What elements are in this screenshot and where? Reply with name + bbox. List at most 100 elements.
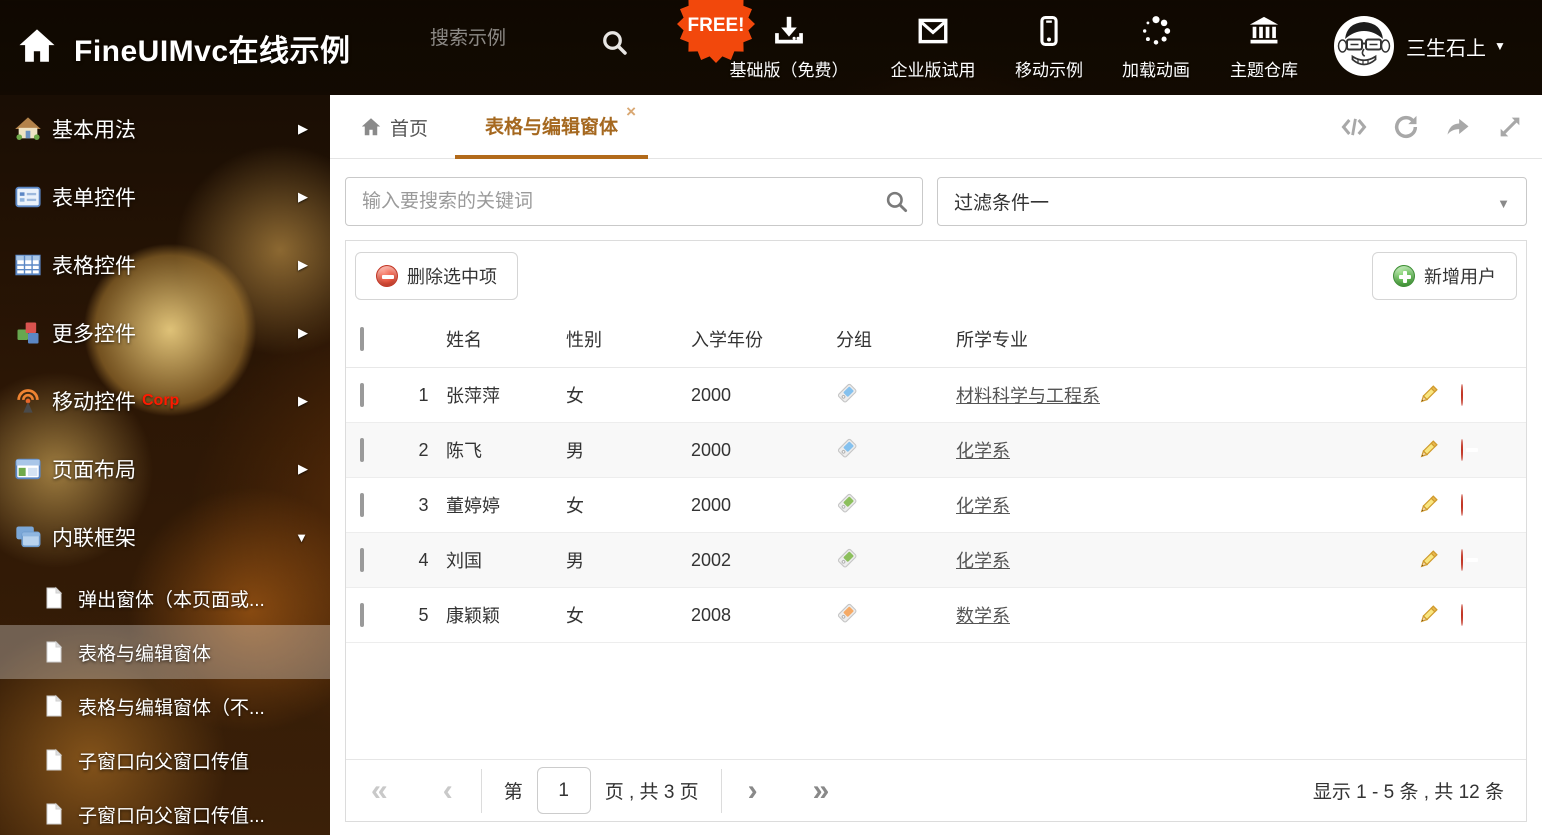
cell-gender: 男 <box>566 547 691 573</box>
select-all-checkbox[interactable] <box>360 327 364 351</box>
header-search-icon[interactable] <box>600 28 630 58</box>
column-header-major: 所学专业 <box>956 326 1416 352</box>
major-link[interactable]: 化学系 <box>956 551 1010 571</box>
sidebar-item-more-controls[interactable]: 更多控件 ▶ <box>0 299 330 367</box>
table-header: 姓名 性别 入学年份 分组 所学专业 <box>346 311 1526 368</box>
page-prefix-label: 第 <box>504 777 523 804</box>
delete-row-icon[interactable] <box>1461 604 1463 626</box>
nav-loading-animations[interactable]: 加载动画 <box>1114 14 1198 84</box>
edit-pencil-icon[interactable] <box>1416 383 1440 407</box>
tab-home-label: 首页 <box>390 114 428 141</box>
delete-row-icon[interactable] <box>1461 384 1463 406</box>
edit-pencil-icon[interactable] <box>1416 438 1440 462</box>
layout-icon <box>14 455 42 483</box>
column-header-name: 姓名 <box>446 326 566 352</box>
sidebar-subitem-popup-window[interactable]: 弹出窗体（本页面或... <box>0 571 330 625</box>
tag-icon <box>836 602 858 624</box>
sidebar: 基本用法 ▶ 表单控件 ▶ 表格控件 ▶ 更多控件 ▶ 移动控件 Corp ▶ … <box>0 95 330 835</box>
nav-basic-free[interactable]: 基础版（免费） <box>723 14 855 84</box>
tab-home[interactable]: 首页 <box>360 95 428 159</box>
sidebar-item-page-layout[interactable]: 页面布局 ▶ <box>0 435 330 503</box>
tag-icon <box>836 547 858 569</box>
house-icon <box>14 115 42 143</box>
major-link[interactable]: 材料科学与工程系 <box>956 386 1100 406</box>
cell-gender: 女 <box>566 492 691 518</box>
sidebar-item-iframe[interactable]: 内联框架 ▼ <box>0 503 330 571</box>
arrow-right-icon: ▶ <box>298 393 308 409</box>
refresh-icon[interactable] <box>1392 113 1420 141</box>
prev-page-button[interactable]: ‹ <box>443 776 453 806</box>
delete-row-icon[interactable] <box>1461 494 1463 516</box>
arrow-right-icon: ▶ <box>298 257 308 273</box>
cell-year: 2000 <box>691 385 836 406</box>
sidebar-item-basic-usage[interactable]: 基本用法 ▶ <box>0 95 330 163</box>
pagination-bar: « ‹ 第 页 , 共 3 页 › » 显示 1 - 5 条 , 共 12 条 <box>346 759 1526 821</box>
delete-row-icon[interactable] <box>1461 439 1463 461</box>
row-checkbox[interactable] <box>360 493 364 517</box>
sidebar-item-form-controls[interactable]: 表单控件 ▶ <box>0 163 330 231</box>
next-page-button[interactable]: › <box>748 776 758 806</box>
filter-dropdown[interactable]: 过滤条件一 ▼ <box>937 177 1527 226</box>
major-link[interactable]: 数学系 <box>956 606 1010 626</box>
cell-name: 董婷婷 <box>446 492 566 518</box>
last-page-button[interactable]: » <box>813 776 830 806</box>
record-summary: 显示 1 - 5 条 , 共 12 条 <box>1313 777 1504 804</box>
sidebar-subitem-child-to-parent-2[interactable]: 子窗口向父窗口传值... <box>0 787 330 835</box>
user-menu[interactable]: 三生石上 ▼ <box>1334 16 1506 76</box>
sidebar-subitem-grid-edit-window-2[interactable]: 表格与编辑窗体（不... <box>0 679 330 733</box>
edit-pencil-icon[interactable] <box>1416 548 1440 572</box>
user-name: 三生石上 <box>1406 32 1486 61</box>
sidebar-subitem-grid-edit-window[interactable]: 表格与编辑窗体 <box>0 625 330 679</box>
edit-pencil-icon[interactable] <box>1416 493 1440 517</box>
cell-year: 2000 <box>691 440 836 461</box>
grid-panel: 删除选中项 新增用户 姓名 性别 入学年份 分组 所学专业 1 <box>345 240 1527 822</box>
delete-selected-button[interactable]: 删除选中项 <box>355 252 518 300</box>
row-checkbox[interactable] <box>360 548 364 572</box>
sidebar-item-grid-controls[interactable]: 表格控件 ▶ <box>0 231 330 299</box>
sidebar-item-label: 表单控件 <box>52 182 136 212</box>
header-search-input[interactable] <box>430 28 590 50</box>
cell-gender: 女 <box>566 602 691 628</box>
page-icon <box>42 748 66 772</box>
divider <box>721 769 722 813</box>
sidebar-item-mobile-controls[interactable]: 移动控件 Corp ▶ <box>0 367 330 435</box>
tab-toolbar <box>1340 95 1524 159</box>
nav-enterprise-trial[interactable]: 企业版试用 <box>883 14 983 84</box>
delete-row-icon[interactable] <box>1461 549 1463 571</box>
sidebar-subitem-child-to-parent[interactable]: 子窗口向父窗口传值 <box>0 733 330 787</box>
form-icon <box>14 183 42 211</box>
source-code-icon[interactable] <box>1340 113 1368 141</box>
close-icon[interactable]: × <box>626 103 636 120</box>
cell-year: 2008 <box>691 605 836 626</box>
page-number-input[interactable] <box>537 767 591 814</box>
row-checkbox[interactable] <box>360 383 364 407</box>
open-in-new-window-icon[interactable] <box>1444 113 1472 141</box>
major-link[interactable]: 化学系 <box>956 441 1010 461</box>
search-icon[interactable] <box>884 189 910 215</box>
arrow-right-icon: ▶ <box>298 121 308 137</box>
edit-pencil-icon[interactable] <box>1416 603 1440 627</box>
sidebar-subitem-label: 表格与编辑窗体 <box>78 639 211 666</box>
sidebar-subitem-label: 弹出窗体（本页面或... <box>78 585 265 612</box>
row-checkbox[interactable] <box>360 603 364 627</box>
add-user-button[interactable]: 新增用户 <box>1372 252 1517 300</box>
row-number: 3 <box>401 495 446 516</box>
row-checkbox[interactable] <box>360 438 364 462</box>
sidebar-item-label: 移动控件 <box>52 386 136 416</box>
first-page-button[interactable]: « <box>371 776 388 806</box>
keyword-search-input[interactable] <box>346 178 922 225</box>
fineui-demo-page: FineUIMvc在线示例 FREE! 基础版（免费） 企业版试用 移动示例 加… <box>0 0 1542 835</box>
arrow-down-icon: ▼ <box>295 530 308 545</box>
column-header-gender: 性别 <box>566 326 691 352</box>
spinner-icon <box>1114 14 1198 50</box>
home-icon[interactable] <box>16 25 58 67</box>
cell-name: 刘国 <box>446 547 566 573</box>
tab-grid-edit-window[interactable]: 表格与编辑窗体 × <box>455 95 648 159</box>
nav-label: 主题仓库 <box>1230 61 1298 80</box>
nav-label: 移动示例 <box>1015 61 1083 80</box>
nav-theme-repository[interactable]: 主题仓库 <box>1222 14 1306 84</box>
major-link[interactable]: 化学系 <box>956 496 1010 516</box>
fullscreen-icon[interactable] <box>1496 113 1524 141</box>
table-row: 5 康颖颖 女 2008 数学系 <box>346 588 1526 643</box>
nav-mobile-demo[interactable]: 移动示例 <box>1007 14 1091 84</box>
